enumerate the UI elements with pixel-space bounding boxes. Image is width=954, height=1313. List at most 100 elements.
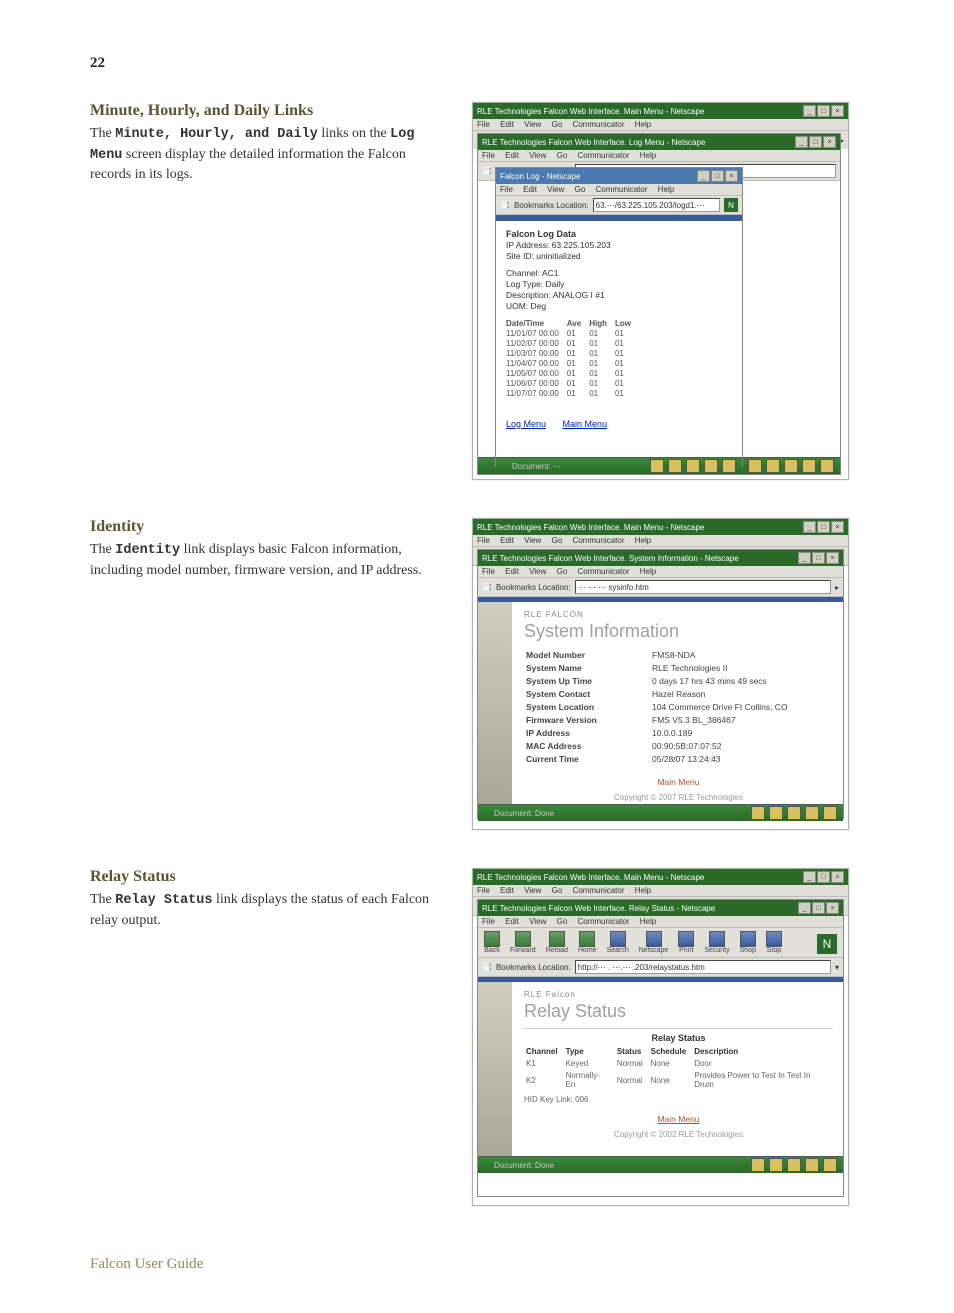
close-icon[interactable]: × [826,552,839,564]
copyright: Copyright © 2002 RLE Technologies [524,1130,833,1139]
log-field: Channel: AC1 [506,268,732,278]
menu-help[interactable]: Help [658,185,674,194]
close-icon[interactable]: × [831,521,844,533]
bookmarks-icon[interactable]: 📑 [482,167,492,176]
maximize-icon[interactable]: □ [817,871,830,883]
menu-edit[interactable]: Edit [523,185,537,194]
log-ip: IP Address: 63.225.105.203 [506,240,732,250]
forward-button[interactable]: Forward [510,931,536,954]
th-channel: Channel [526,1047,564,1057]
menu-communicator[interactable]: Communicator [573,120,625,129]
menu-file[interactable]: File [477,536,490,545]
close-icon[interactable]: × [831,871,844,883]
address-input[interactable]: ⋯ ⋯ ⋯ sysinfo.htm [575,580,831,594]
reload-button[interactable]: Reload [546,931,568,954]
go-icon[interactable]: ▸ [835,583,839,592]
menu-go[interactable]: Go [552,886,563,895]
status-icon [805,806,819,820]
menu-edit[interactable]: Edit [500,886,514,895]
menu-view[interactable]: View [529,151,546,160]
search-button[interactable]: Search [607,931,629,954]
menu-go[interactable]: Go [552,536,563,545]
menu-view[interactable]: View [547,185,564,194]
menu-go[interactable]: Go [557,151,568,160]
status-icon [650,459,664,473]
bookmarks-icon[interactable]: 📑 [500,201,510,210]
menu-communicator[interactable]: Communicator [578,567,630,576]
bookmarks-icon[interactable]: 📑 [482,583,492,592]
menu-communicator[interactable]: Communicator [578,151,630,160]
shop-button[interactable]: Shop [740,931,756,954]
menu-communicator[interactable]: Communicator [596,185,648,194]
menu-view[interactable]: View [524,886,541,895]
dropdown-icon[interactable]: ▾ [835,963,839,972]
menu-file[interactable]: File [482,917,495,926]
netscape-icon[interactable]: N [817,934,837,954]
main-menu-link[interactable]: Main Menu [524,1114,833,1124]
close-icon[interactable]: × [725,170,738,182]
back-button[interactable]: Back [484,931,500,954]
address-input[interactable]: 63.⋯/63.225.105.203/logd1.⋯ [593,198,720,212]
close-icon[interactable]: × [826,902,839,914]
print-button[interactable]: Print [678,931,694,954]
minimize-icon[interactable]: _ [803,521,816,533]
maximize-icon[interactable]: □ [809,136,822,148]
menu-communicator[interactable]: Communicator [578,917,630,926]
menu-help[interactable]: Help [635,886,651,895]
close-icon[interactable]: × [823,136,836,148]
menu-edit[interactable]: Edit [505,917,519,926]
menu-edit[interactable]: Edit [500,536,514,545]
menu-edit[interactable]: Edit [505,567,519,576]
menu-view[interactable]: View [529,567,546,576]
bookmarks-icon[interactable]: 📑 [482,963,492,972]
netscape-icon[interactable]: N [724,198,738,212]
netscape-button[interactable]: Netscape [639,931,669,954]
heading-3: Relay Status [90,868,450,886]
menu-help[interactable]: Help [640,917,656,926]
security-button[interactable]: Security [704,931,729,954]
minimize-icon[interactable]: _ [803,871,816,883]
minimize-icon[interactable]: _ [798,902,811,914]
table-row: System NameRLE Technologies II [526,663,802,674]
menu-view[interactable]: View [529,917,546,926]
minimize-icon[interactable]: _ [697,170,710,182]
minimize-icon[interactable]: _ [798,552,811,564]
menu-file[interactable]: File [477,120,490,129]
maximize-icon[interactable]: □ [711,170,724,182]
main-menu-link[interactable]: Main Menu [524,777,833,787]
main-menu-link[interactable]: Main Menu [563,419,608,429]
stop-button[interactable]: Stop [766,931,782,954]
minimize-icon[interactable]: _ [803,105,816,117]
menu-help[interactable]: Help [640,567,656,576]
menu-go[interactable]: Go [557,917,568,926]
menu-help[interactable]: Help [635,120,651,129]
menu-communicator[interactable]: Communicator [573,536,625,545]
menu-edit[interactable]: Edit [505,151,519,160]
text: links on the [318,126,390,141]
minimize-icon[interactable]: _ [795,136,808,148]
log-menu-link[interactable]: Log Menu [506,419,546,429]
menu-help[interactable]: Help [635,536,651,545]
menu-go[interactable]: Go [552,120,563,129]
table-row: System ContactHazel Reason [526,689,802,700]
menu-file[interactable]: File [482,151,495,160]
menu-file[interactable]: File [500,185,513,194]
menu-go[interactable]: Go [575,185,586,194]
close-icon[interactable]: × [831,105,844,117]
menu-edit[interactable]: Edit [500,120,514,129]
maximize-icon[interactable]: □ [812,552,825,564]
menu-communicator[interactable]: Communicator [573,886,625,895]
menu-file[interactable]: File [477,886,490,895]
menu-view[interactable]: View [524,536,541,545]
maximize-icon[interactable]: □ [812,902,825,914]
maximize-icon[interactable]: □ [817,105,830,117]
menu-go[interactable]: Go [557,567,568,576]
menu-file[interactable]: File [482,567,495,576]
relay-note: HID Key Link: 006 [524,1095,833,1104]
menu-help[interactable]: Help [640,151,656,160]
address-input[interactable]: http://⋯ . ⋯.⋯ .203/relaystatus.htm [575,960,831,974]
maximize-icon[interactable]: □ [817,521,830,533]
menu-view[interactable]: View [524,120,541,129]
home-button[interactable]: Home [578,931,597,954]
window-title: RLE Technologies Falcon Web Interface. M… [477,873,704,882]
